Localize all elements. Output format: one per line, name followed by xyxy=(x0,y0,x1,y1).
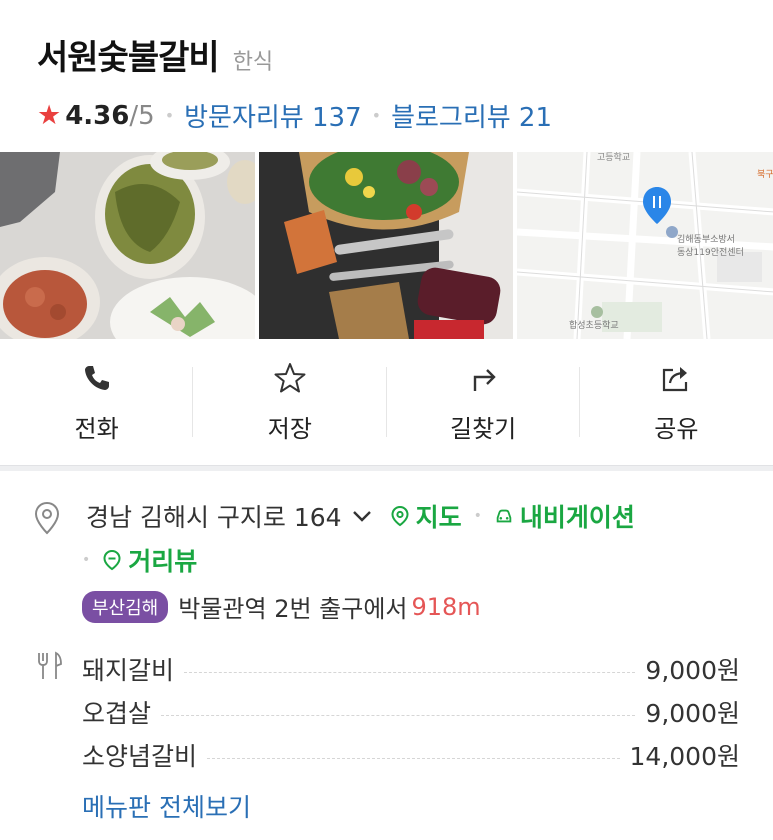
action-bar: 전화 저장 길찾기 공유 xyxy=(0,339,773,465)
directions-label: 길찾기 xyxy=(450,414,517,443)
navigation-link[interactable]: 내비게이션 xyxy=(494,498,635,534)
menu-leader-dots xyxy=(161,715,636,716)
separator-dot: • xyxy=(164,106,175,125)
street-view-link-label: 거리뷰 xyxy=(128,547,198,576)
view-full-menu-link[interactable]: 메뉴판 전체보기 xyxy=(82,788,251,824)
location-pin-icon xyxy=(34,501,60,535)
address-text[interactable]: 경남 김해시 구지로 164 xyxy=(86,498,342,534)
place-title: 서원숯불갈비 xyxy=(37,38,220,78)
fork-knife-icon xyxy=(38,651,62,679)
food-photo-side-dishes[interactable] xyxy=(0,152,255,339)
menu-item-name: 돼지갈비 xyxy=(82,655,175,685)
location-map-thumbnail[interactable]: 고등학교 김해동부소방서 동상119안전센터 합성초등학교 북구 xyxy=(517,152,773,339)
salad-image xyxy=(258,152,514,339)
place-info: 경남 김해시 구지로 164 지도 • 내비게이션 • 거리뷰 부산김해 박물관… xyxy=(0,471,773,840)
share-label: 공유 xyxy=(654,414,699,443)
rating-max: /5 xyxy=(129,100,155,131)
directions-button[interactable]: 길찾기 xyxy=(387,339,581,465)
map-pin-icon xyxy=(391,505,409,527)
food-photo-salad[interactable] xyxy=(258,152,514,339)
map-label: 합성초등학교 xyxy=(569,320,619,331)
menu-item-name: 소양념갈비 xyxy=(82,741,198,771)
map-label: 김해동부소방서 xyxy=(677,233,735,245)
call-label: 전화 xyxy=(74,414,119,443)
subway-distance: 918m xyxy=(411,592,481,621)
rating-score: 4.36 xyxy=(65,100,130,131)
share-icon xyxy=(663,366,688,391)
phone-icon xyxy=(84,365,109,390)
place-header: 서원숯불갈비 한식 ★ 4.36 /5 • 방문자리뷰 137 • 블로그리뷰 … xyxy=(0,0,773,152)
subway-info: 부산김해 박물관역 2번 출구에서 918m xyxy=(82,589,481,624)
menu-list: 돼지갈비 9,000원 오겹살 9,000원 소양념갈비 14,000원 xyxy=(82,647,740,776)
car-icon xyxy=(496,509,512,523)
menu-leader-dots xyxy=(207,758,620,759)
menu-item: 소양념갈비 14,000원 xyxy=(82,733,740,776)
call-button[interactable]: 전화 xyxy=(0,339,194,465)
navigation-link-label: 내비게이션 xyxy=(519,503,635,532)
map-label: 고등학교 xyxy=(597,152,630,163)
photo-strip: 고등학교 김해동부소방서 동상119안전센터 합성초등학교 북구 xyxy=(0,152,773,339)
place-category: 한식 xyxy=(232,50,274,75)
map-image: 고등학교 김해동부소방서 동상119안전센터 합성초등학교 북구 xyxy=(517,152,773,339)
map-label: 북구 xyxy=(757,169,773,180)
separator-dot: • xyxy=(473,508,482,524)
menu-item: 돼지갈비 9,000원 xyxy=(82,647,740,690)
separator-dot: • xyxy=(371,106,382,125)
side-dishes-image xyxy=(0,152,255,339)
share-button[interactable]: 공유 xyxy=(580,339,773,465)
save-label: 저장 xyxy=(267,414,312,443)
street-view-pin-icon xyxy=(103,549,121,571)
address-line-2: • 거리뷰 xyxy=(82,542,197,578)
menu-item-name: 오겹살 xyxy=(82,698,152,728)
menu-item-price: 9,000원 xyxy=(645,698,740,728)
save-button[interactable]: 저장 xyxy=(193,339,387,465)
subway-station-text: 박물관역 2번 출구에서 xyxy=(178,595,408,623)
visitor-review-link[interactable]: 방문자리뷰 137 xyxy=(184,97,362,134)
map-link[interactable]: 지도 xyxy=(390,498,462,534)
menu-item: 오겹살 9,000원 xyxy=(82,690,740,733)
map-label: 동상119안전센터 xyxy=(677,247,744,258)
subway-line-badge: 부산김해 xyxy=(82,590,169,623)
star-outline-icon xyxy=(274,362,306,392)
menu-item-price: 9,000원 xyxy=(645,655,740,685)
address-line: 경남 김해시 구지로 164 지도 • 내비게이션 xyxy=(86,498,635,534)
map-link-label: 지도 xyxy=(415,503,462,532)
chevron-down-icon[interactable] xyxy=(352,509,372,523)
menu-leader-dots xyxy=(184,672,636,673)
star-icon: ★ xyxy=(37,100,62,131)
title-row: 서원숯불갈비 한식 xyxy=(37,30,773,79)
directions-arrow-icon xyxy=(473,368,496,391)
separator-dot: • xyxy=(82,552,91,568)
blog-review-link[interactable]: 블로그리뷰 21 xyxy=(391,97,552,134)
street-view-link[interactable]: 거리뷰 xyxy=(102,542,197,578)
rating-row: ★ 4.36 /5 • 방문자리뷰 137 • 블로그리뷰 21 xyxy=(37,97,773,134)
menu-item-price: 14,000원 xyxy=(629,741,740,771)
